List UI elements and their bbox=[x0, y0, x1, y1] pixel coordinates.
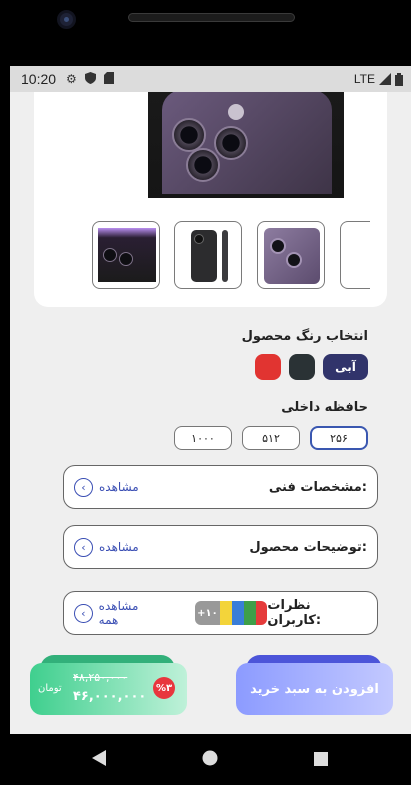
reviews-view-all-link[interactable]: ‹ مشاهده همه bbox=[74, 599, 161, 627]
camera-lens-image bbox=[214, 126, 248, 160]
thumbnail-1[interactable] bbox=[92, 221, 160, 289]
color-blue-option[interactable]: آبی bbox=[323, 354, 368, 380]
currency-label: تومان bbox=[38, 683, 62, 694]
app-screen: انتخاب رنگ محصول آبی حافظه داخلی ۱۰۰۰ ۵۱… bbox=[10, 92, 411, 734]
shield-icon bbox=[84, 71, 96, 87]
reviews-label: نظرات کاربران: bbox=[267, 598, 322, 628]
thumbnail-2[interactable] bbox=[174, 221, 242, 289]
add-to-cart-label: افزودن به سبد خرید bbox=[250, 681, 379, 697]
earpiece-speaker bbox=[128, 13, 295, 22]
system-nav-bar bbox=[0, 734, 411, 785]
recents-icon[interactable] bbox=[314, 751, 328, 770]
color-options: آبی bbox=[255, 354, 368, 380]
home-icon[interactable] bbox=[202, 750, 218, 770]
specs-label: مشخصات فنی: bbox=[268, 479, 367, 495]
avatar bbox=[243, 601, 256, 625]
reviewer-count: +۱۰ bbox=[194, 601, 221, 625]
status-time: 10:20 bbox=[21, 71, 57, 87]
status-bar: 10:20 ⚙ LTE bbox=[10, 66, 411, 92]
avatar bbox=[232, 601, 244, 625]
front-camera bbox=[57, 10, 76, 29]
battery-icon bbox=[395, 72, 403, 86]
reviews-row[interactable]: ‹ مشاهده همه +۱۰ نظرات کاربران: bbox=[63, 591, 378, 635]
status-right: LTE bbox=[354, 72, 403, 86]
color-red-option[interactable] bbox=[255, 354, 281, 380]
device-top-bezel bbox=[0, 0, 411, 66]
thumbnail-4[interactable] bbox=[340, 221, 370, 289]
color-dark-option[interactable] bbox=[289, 354, 315, 380]
camera-lens-image bbox=[186, 148, 220, 182]
avatar bbox=[220, 601, 233, 625]
old-price: ۴۸,۲۵۰,۰۰۰ bbox=[73, 671, 128, 684]
thumbnail-strip bbox=[10, 220, 411, 290]
chevron-left-icon: ‹ bbox=[74, 477, 93, 497]
settings-icon: ⚙ bbox=[66, 72, 77, 86]
chevron-left-icon: ‹ bbox=[74, 537, 93, 557]
new-price: ۴۶,۰۰۰,۰۰۰ bbox=[73, 689, 147, 704]
description-row[interactable]: ‹ مشاهده توضیحات محصول: bbox=[63, 525, 378, 569]
add-to-cart-button[interactable]: افزودن به سبد خرید bbox=[236, 663, 393, 715]
sd-card-icon bbox=[103, 71, 114, 87]
specs-view-link[interactable]: ‹ مشاهده bbox=[74, 477, 139, 497]
memory-option-256[interactable]: ۲۵۶ bbox=[310, 426, 368, 450]
camera-lens-image bbox=[172, 118, 206, 152]
memory-option-1000[interactable]: ۱۰۰۰ bbox=[174, 426, 232, 450]
flash-image bbox=[228, 104, 244, 120]
avatar bbox=[255, 601, 268, 625]
reviewer-avatars: +۱۰ bbox=[194, 601, 268, 625]
memory-option-512[interactable]: ۵۱۲ bbox=[242, 426, 300, 450]
signal-icon bbox=[379, 73, 391, 85]
thumbnail-3[interactable] bbox=[257, 221, 325, 289]
memory-options: ۱۰۰۰ ۵۱۲ ۲۵۶ bbox=[174, 426, 368, 450]
color-section-title: انتخاب رنگ محصول bbox=[241, 329, 368, 344]
description-view-link[interactable]: ‹ مشاهده bbox=[74, 537, 139, 557]
back-icon[interactable] bbox=[92, 750, 106, 770]
discount-badge: %۳ bbox=[153, 677, 175, 699]
description-label: توضیحات محصول: bbox=[249, 539, 367, 555]
specs-row[interactable]: ‹ مشاهده مشخصات فنی: bbox=[63, 465, 378, 509]
product-main-image[interactable] bbox=[148, 92, 344, 198]
left-bezel bbox=[0, 66, 10, 735]
memory-section-title: حافظه داخلی bbox=[281, 400, 368, 415]
network-type: LTE bbox=[353, 72, 375, 86]
chevron-left-icon: ‹ bbox=[74, 603, 93, 623]
price-card: %۳ ۴۸,۲۵۰,۰۰۰ ۴۶,۰۰۰,۰۰۰ تومان bbox=[30, 663, 187, 715]
